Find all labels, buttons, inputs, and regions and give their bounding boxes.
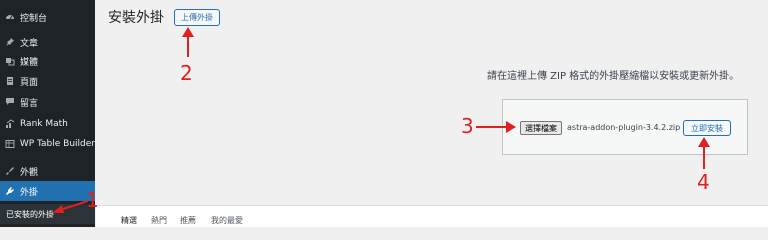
sidebar-item-comments[interactable]: 留言 xyxy=(0,92,95,112)
sidebar-item-label: 外觀 xyxy=(20,167,39,178)
sidebar-item-dashboard[interactable]: 控制台 xyxy=(0,7,95,27)
sidebar-item-label: 控制台 xyxy=(20,13,48,24)
dashboard-icon xyxy=(0,12,20,22)
main-content: 安裝外掛 上傳外掛 請在這裡上傳 ZIP 格式的外掛壓縮檔以安裝或更新外掛。 選… xyxy=(95,0,768,227)
tab-favorites[interactable]: 我的最愛 xyxy=(211,215,243,226)
selected-file-name: astra-addon-plugin-3.4.2.zip xyxy=(567,123,681,132)
page-icon xyxy=(0,76,20,86)
plugin-filter-bar: 精選 熱門 推薦 我的最愛 xyxy=(96,205,768,227)
sidebar-item-label: 媒體 xyxy=(20,57,39,68)
install-now-button[interactable]: 立即安裝 xyxy=(683,120,731,136)
page-title: 安裝外掛 xyxy=(108,10,164,26)
sidebar-item-label: 外掛 xyxy=(20,187,39,198)
upload-plugin-button[interactable]: 上傳外掛 xyxy=(174,9,220,26)
tab-featured[interactable]: 精選 xyxy=(121,215,137,226)
media-icon xyxy=(0,56,20,66)
upload-description: 請在這裡上傳 ZIP 格式的外掛壓縮檔以安裝或更新外掛。 xyxy=(487,71,740,82)
admin-sidebar: 控制台 文章 媒體 頁面 留言 Rank Math WP Table Build… xyxy=(0,0,95,227)
comment-icon xyxy=(0,97,20,107)
submenu-item-label: 已安裝的外掛 xyxy=(6,209,54,219)
rank-math-icon xyxy=(0,119,20,129)
annotation-number-4: 4 xyxy=(697,170,710,194)
annotation-arrow-3 xyxy=(476,121,516,133)
sidebar-item-posts[interactable]: 文章 xyxy=(0,32,95,52)
plugin-icon xyxy=(0,186,20,196)
annotation-arrow-2 xyxy=(182,27,194,57)
tab-recommended[interactable]: 推薦 xyxy=(180,215,196,226)
sidebar-item-label: Rank Math xyxy=(20,119,68,129)
pushpin-icon xyxy=(0,37,20,47)
choose-file-button[interactable]: 選擇檔案 xyxy=(520,121,562,135)
brush-icon xyxy=(0,166,20,176)
sidebar-item-label: WP Table Builder xyxy=(19,139,95,149)
annotation-arrow-4 xyxy=(698,137,710,169)
upload-form: 選擇檔案 astra-addon-plugin-3.4.2.zip 立即安裝 xyxy=(502,99,748,155)
sidebar-item-media[interactable]: 媒體 xyxy=(0,51,95,71)
tab-popular[interactable]: 熱門 xyxy=(151,215,167,226)
table-icon xyxy=(0,139,20,149)
sidebar-item-appearance[interactable]: 外觀 xyxy=(0,161,95,181)
sidebar-item-label: 文章 xyxy=(20,38,39,49)
annotation-arrow-1 xyxy=(52,200,89,213)
annotation-number-3: 3 xyxy=(461,114,474,138)
annotation-number-2: 2 xyxy=(180,61,193,85)
sidebar-item-rank-math[interactable]: Rank Math xyxy=(0,114,95,134)
sidebar-item-label: 留言 xyxy=(20,98,39,109)
sidebar-item-label: 頁面 xyxy=(20,77,39,88)
sidebar-item-pages[interactable]: 頁面 xyxy=(0,71,95,91)
sidebar-item-wp-table-builder[interactable]: WP Table Builder xyxy=(0,134,95,154)
